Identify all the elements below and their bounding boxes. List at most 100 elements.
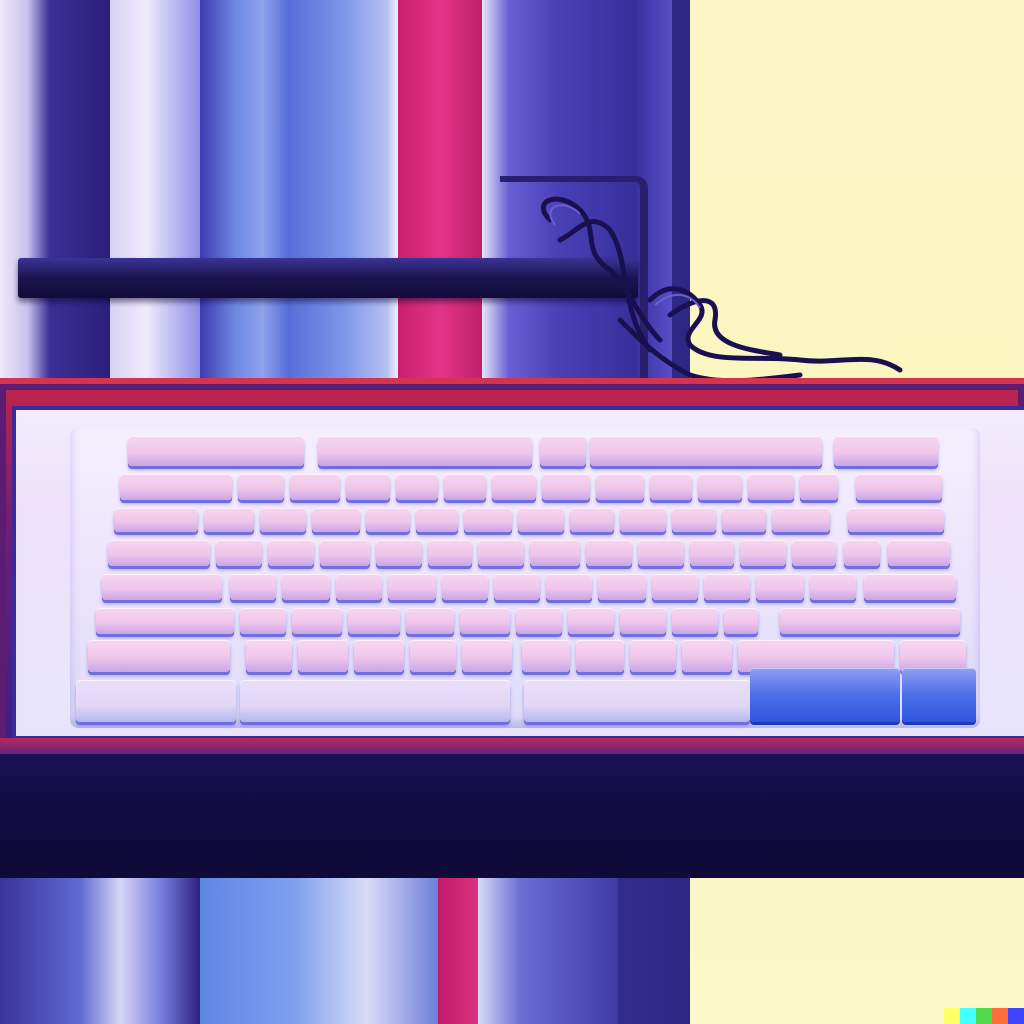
key <box>540 436 586 466</box>
key <box>586 540 632 566</box>
key <box>690 540 734 566</box>
sign-base <box>0 754 1024 878</box>
key <box>396 474 438 500</box>
key <box>268 540 314 566</box>
key <box>114 508 198 532</box>
key <box>516 608 562 634</box>
key <box>518 508 564 532</box>
key <box>792 540 836 566</box>
key <box>444 474 486 500</box>
key <box>336 574 382 600</box>
building-lower-left <box>0 878 200 1024</box>
key <box>888 540 950 566</box>
key <box>366 508 410 532</box>
building-column-3 <box>290 0 398 380</box>
key <box>704 574 750 600</box>
space-key <box>240 680 510 722</box>
key <box>76 680 236 722</box>
key <box>620 608 666 634</box>
key <box>570 508 614 532</box>
key <box>530 540 580 566</box>
watermark-strip <box>944 1008 1024 1024</box>
key <box>524 680 750 722</box>
key <box>638 540 684 566</box>
key <box>246 640 292 672</box>
key <box>596 474 644 500</box>
key <box>568 608 614 634</box>
key <box>416 508 458 532</box>
key <box>834 436 938 466</box>
key <box>238 474 284 500</box>
key <box>844 540 880 566</box>
key <box>522 640 570 672</box>
key <box>460 608 510 634</box>
key <box>740 540 786 566</box>
key <box>748 474 794 500</box>
key <box>442 574 488 600</box>
key <box>376 540 422 566</box>
building-column-1 <box>110 0 200 380</box>
key <box>290 474 340 500</box>
keyboard-sign <box>70 428 980 728</box>
key <box>598 574 646 600</box>
key <box>722 508 766 532</box>
key <box>292 608 342 634</box>
building-left-edge <box>0 0 110 380</box>
key <box>96 608 234 634</box>
pink-column-lower <box>438 878 478 1024</box>
key <box>230 574 276 600</box>
building-column-2 <box>200 0 290 380</box>
key <box>810 574 856 600</box>
key <box>864 574 956 600</box>
key <box>464 508 512 532</box>
key <box>650 474 692 500</box>
key <box>120 474 232 500</box>
key <box>128 436 304 466</box>
key <box>856 474 942 500</box>
key <box>260 508 306 532</box>
key <box>576 640 624 672</box>
key <box>388 574 436 600</box>
key <box>298 640 348 672</box>
key <box>410 640 456 672</box>
key <box>672 608 718 634</box>
key <box>848 508 944 532</box>
key <box>108 540 210 566</box>
key <box>682 640 732 672</box>
building-lower-mid <box>200 878 438 1024</box>
key <box>494 574 540 600</box>
key <box>240 608 286 634</box>
key <box>320 540 370 566</box>
key <box>800 474 838 500</box>
key <box>354 640 404 672</box>
key <box>620 508 666 532</box>
key <box>772 508 830 532</box>
key <box>312 508 360 532</box>
key <box>492 474 536 500</box>
street-scene <box>0 0 1024 1024</box>
cables <box>541 196 903 384</box>
building-lower-right <box>478 878 618 1024</box>
key <box>750 668 900 722</box>
key <box>462 640 512 672</box>
key <box>546 574 592 600</box>
key <box>780 608 960 634</box>
key <box>348 608 400 634</box>
key <box>216 540 262 566</box>
key <box>428 540 472 566</box>
key <box>102 574 222 600</box>
pink-column <box>398 0 482 380</box>
key <box>698 474 742 500</box>
key <box>282 574 330 600</box>
key <box>346 474 390 500</box>
key <box>318 436 532 466</box>
key <box>542 474 590 500</box>
key <box>902 668 976 722</box>
key <box>88 640 230 672</box>
key <box>590 436 822 466</box>
key <box>756 574 804 600</box>
key <box>204 508 254 532</box>
key <box>672 508 716 532</box>
key <box>652 574 698 600</box>
key <box>724 608 758 634</box>
